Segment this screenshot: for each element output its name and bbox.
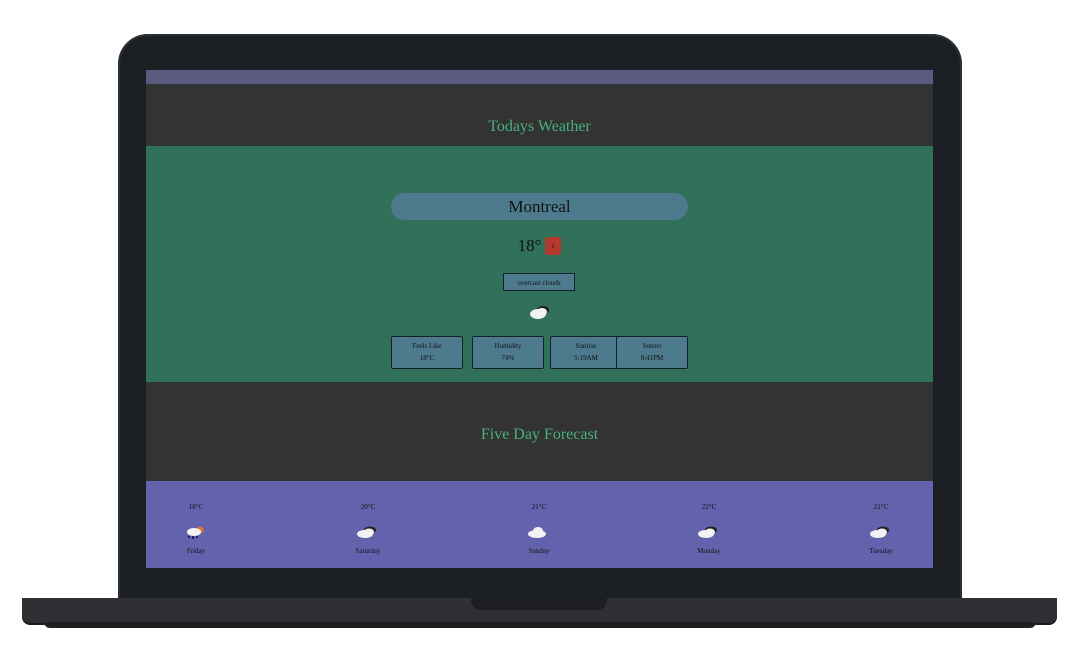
broken-clouds-icon (870, 526, 889, 538)
today-title: Todays Weather (488, 118, 591, 135)
current-temperature: 18° (517, 236, 542, 255)
stat-label: Sunrise (575, 342, 597, 350)
stat-value: 8:41PM (640, 354, 664, 362)
stat-sunset: Sunset 8:41PM (616, 336, 688, 369)
forecast-title: Five Day Forecast (480, 426, 599, 443)
stat-value: 74% (501, 354, 515, 362)
unit-toggle-button[interactable]: c (545, 237, 562, 255)
broken-clouds-icon (698, 526, 717, 538)
forecast-day: 21°C Tuesday (826, 481, 933, 568)
stat-humidity: Humidity 74% (472, 336, 544, 369)
forecast-day-name: Tuesday (869, 547, 893, 555)
forecast-day-name: Saturday (355, 547, 381, 555)
forecast-day-name: Sunday (528, 547, 550, 555)
laptop-base-shadow (44, 622, 1036, 628)
forecast-section: 18°C Friday 20°C Saturday 21°C Sunday 22… (146, 481, 933, 568)
today-weather-section: Montreal 18° c overcast clouds Feels Lik… (146, 146, 933, 382)
forecast-day-name: Monday (697, 547, 721, 555)
stat-value: 18°C (419, 354, 435, 362)
stat-label: Humidity (494, 342, 522, 350)
top-bar (146, 70, 933, 84)
laptop-notch (471, 598, 607, 610)
forecast-day: 21°C Sunday (484, 481, 594, 568)
stat-sunrise: Sunrise 5:19AM (550, 336, 622, 369)
forecast-day: 20°C Saturday (313, 481, 423, 568)
stats-row: Feels Like 18°C Humidity 74% Sunrise 5:1… (391, 336, 688, 370)
weather-description: overcast clouds (503, 273, 575, 291)
broken-clouds-icon (530, 306, 549, 319)
forecast-header: Five Day Forecast (146, 382, 933, 481)
forecast-day-name: Friday (186, 547, 206, 555)
forecast-day: 22°C Monday (654, 481, 764, 568)
forecast-temp: 20°C (360, 503, 376, 511)
cloud-icon (528, 527, 546, 538)
forecast-temp: 21°C (873, 503, 889, 511)
forecast-day: 18°C Friday (146, 481, 251, 568)
stat-label: Sunset (642, 342, 662, 350)
rain-sun-icon (187, 526, 204, 539)
city-name: Montreal (391, 193, 688, 220)
stat-feels-like: Feels Like 18°C (391, 336, 463, 369)
broken-clouds-icon (357, 526, 376, 538)
forecast-temp: 21°C (531, 503, 547, 511)
forecast-temp: 18°C (188, 503, 204, 511)
current-temperature-row: 18° c (146, 236, 933, 256)
forecast-temp: 22°C (701, 503, 717, 511)
app-screen: Todays Weather Montreal 18° c overcast c… (146, 70, 933, 568)
stat-label: Feels Like (412, 342, 442, 350)
today-header: Todays Weather (146, 84, 933, 146)
stat-value: 5:19AM (574, 354, 598, 362)
